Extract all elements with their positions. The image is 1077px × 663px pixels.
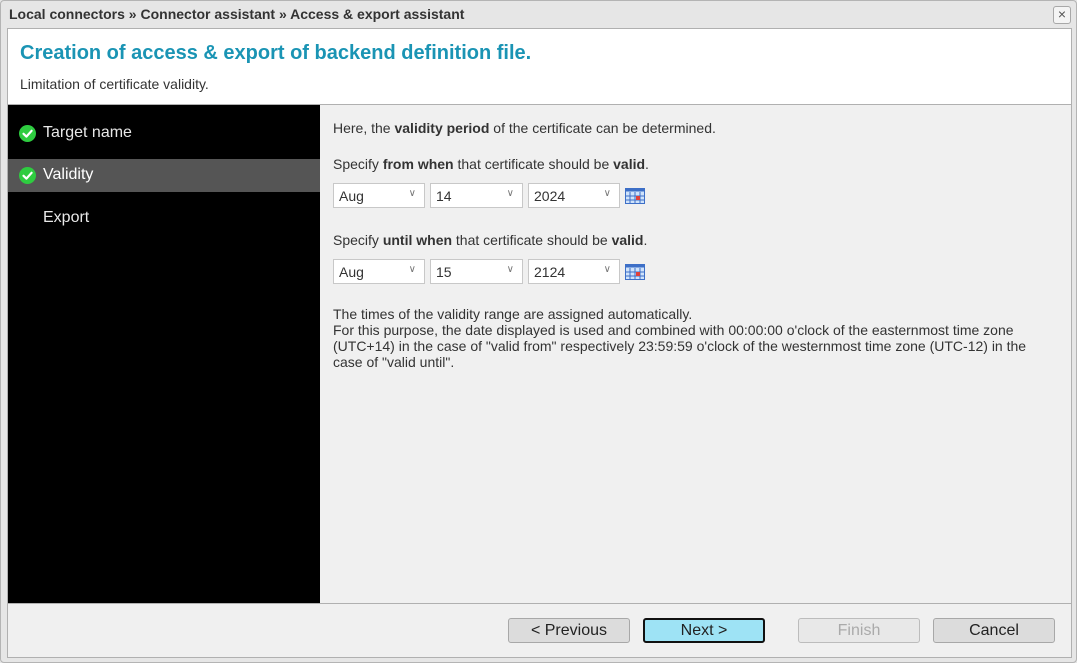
intro-text: Here, the validity period of the certifi… bbox=[333, 120, 716, 136]
dialog-window: Local connectors » Connector assistant »… bbox=[0, 0, 1077, 663]
chevron-down-icon: ∨ bbox=[408, 188, 416, 199]
step-export[interactable]: Export bbox=[8, 202, 320, 235]
chevron-down-icon: ∨ bbox=[603, 264, 611, 275]
calendar-icon[interactable] bbox=[625, 188, 645, 204]
chevron-down-icon: ∨ bbox=[408, 264, 416, 275]
valid-from-year-select[interactable]: 2024 ∨ bbox=[528, 183, 620, 208]
page-subtitle: Limitation of certificate validity. bbox=[20, 76, 209, 92]
valid-until-month-select[interactable]: Aug ∨ bbox=[333, 259, 425, 284]
wizard-steps-sidebar: Target name Validity Export bbox=[8, 105, 320, 603]
wizard-content: Here, the validity period of the certifi… bbox=[321, 105, 1071, 603]
valid-until-label: Specify until when that certificate shou… bbox=[333, 232, 648, 248]
chevron-down-icon: ∨ bbox=[506, 188, 514, 199]
title-bar: Local connectors » Connector assistant »… bbox=[1, 1, 1076, 27]
previous-button[interactable]: < Previous bbox=[508, 618, 630, 643]
next-button[interactable]: Next > bbox=[643, 618, 765, 643]
valid-until-day-select[interactable]: 15 ∨ bbox=[430, 259, 523, 284]
validity-info-text: The times of the validity range are assi… bbox=[333, 306, 1027, 370]
check-circle-icon bbox=[19, 167, 36, 184]
breadcrumb: Local connectors » Connector assistant »… bbox=[9, 6, 465, 22]
valid-from-label: Specify from when that certificate shoul… bbox=[333, 156, 649, 172]
close-icon: × bbox=[1057, 6, 1067, 22]
chevron-down-icon: ∨ bbox=[603, 188, 611, 199]
check-circle-icon bbox=[19, 125, 36, 142]
step-target-name[interactable]: Target name bbox=[8, 117, 320, 150]
close-button[interactable]: × bbox=[1053, 6, 1071, 24]
cancel-button[interactable]: Cancel bbox=[933, 618, 1055, 643]
footer-divider bbox=[8, 603, 1071, 604]
valid-from-month-select[interactable]: Aug ∨ bbox=[333, 183, 425, 208]
valid-from-day-select[interactable]: 14 ∨ bbox=[430, 183, 523, 208]
step-validity[interactable]: Validity bbox=[8, 159, 320, 192]
step-label: Validity bbox=[43, 166, 94, 183]
step-label: Target name bbox=[43, 124, 132, 141]
valid-until-year-select[interactable]: 2124 ∨ bbox=[528, 259, 620, 284]
finish-button[interactable]: Finish bbox=[798, 618, 920, 643]
wizard-header: Creation of access & export of backend d… bbox=[8, 29, 1071, 105]
chevron-down-icon: ∨ bbox=[506, 264, 514, 275]
wizard-frame: Creation of access & export of backend d… bbox=[7, 28, 1072, 658]
page-title: Creation of access & export of backend d… bbox=[20, 42, 532, 64]
calendar-icon[interactable] bbox=[625, 264, 645, 280]
step-label: Export bbox=[43, 209, 90, 226]
